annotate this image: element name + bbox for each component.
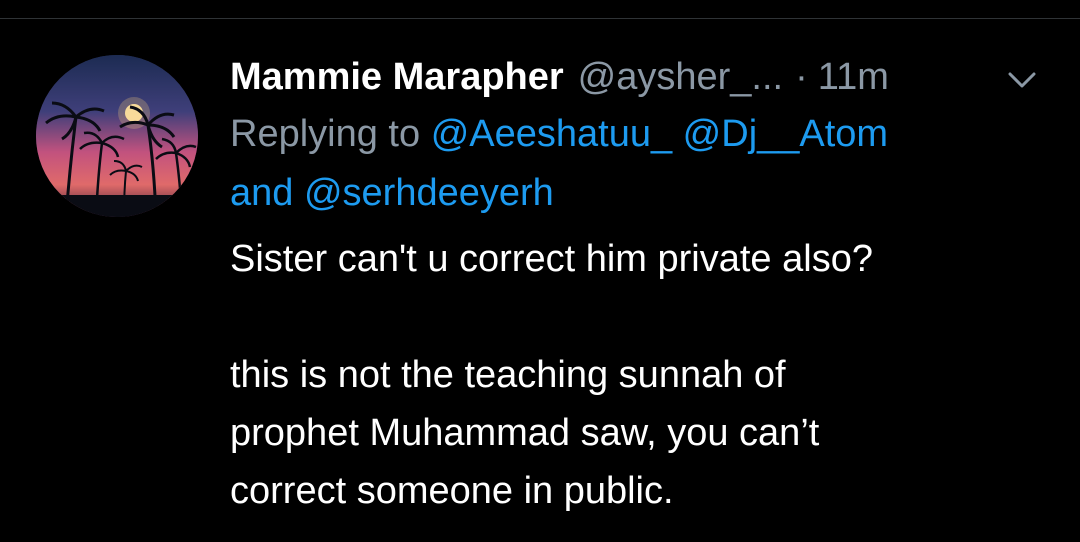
tweet-timestamp[interactable]: 11m xyxy=(818,55,889,99)
tweet-paragraph-line: prophet Muhammad saw, you can’t xyxy=(230,412,820,454)
chevron-down-icon[interactable] xyxy=(1002,67,1042,93)
author-display-name[interactable]: Mammie Marapher xyxy=(230,55,564,99)
tweet-paragraph-line: this is not the teaching sunnah of xyxy=(230,354,786,396)
author-handle[interactable]: @aysher_... xyxy=(578,55,783,99)
tweet[interactable]: Mammie Marapher @aysher_... · 11m Replyi… xyxy=(0,19,1080,542)
replying-to: Replying to @Aeeshatuu_ @Dj__Atom and @s… xyxy=(230,105,1050,223)
top-divider xyxy=(0,0,1080,19)
tweet-paragraph: Sister can't u correct him private also? xyxy=(230,238,873,280)
tweet-text: Sister can't u correct him private also?… xyxy=(230,230,1050,520)
avatar[interactable] xyxy=(36,55,198,217)
replying-to-prefix: Replying to xyxy=(230,113,421,155)
mention-link[interactable]: @serhdeeyerh xyxy=(304,172,554,214)
tweet-header: Mammie Marapher @aysher_... · 11m xyxy=(230,55,1050,99)
palm-trees-sunset-avatar xyxy=(36,55,198,217)
mention-link[interactable]: @Dj__Atom xyxy=(683,113,888,155)
mention-link[interactable]: @Aeeshatuu_ xyxy=(431,113,672,155)
tweet-paragraph-line: correct someone in public. xyxy=(230,470,674,512)
tweet-content: Mammie Marapher @aysher_... · 11m Replyi… xyxy=(230,55,1050,520)
separator-dot: · xyxy=(795,56,808,98)
mention-conjunction[interactable]: and xyxy=(230,172,293,214)
